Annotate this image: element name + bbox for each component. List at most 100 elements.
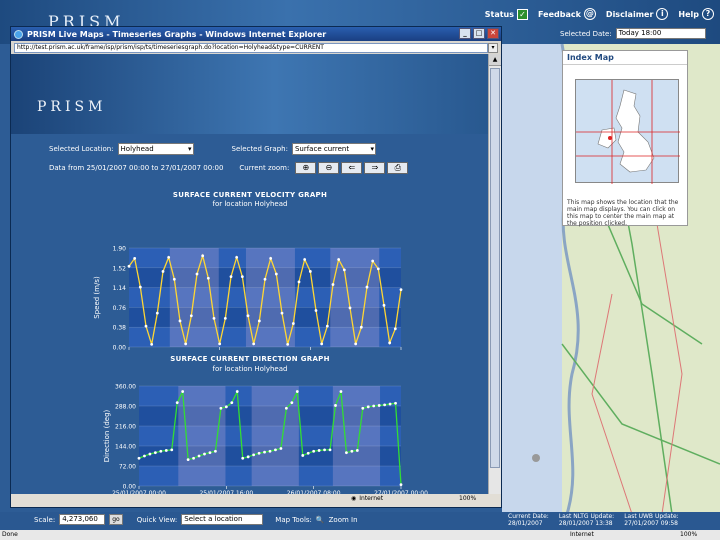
night-shading xyxy=(245,248,295,347)
data-point xyxy=(203,452,206,456)
data-point xyxy=(314,309,318,312)
data-point xyxy=(197,454,201,458)
data-point xyxy=(224,405,228,409)
address-dropdown-icon[interactable]: ▾ xyxy=(488,42,498,53)
graph-select[interactable]: Surface current xyxy=(291,143,376,155)
data-point xyxy=(377,404,381,407)
data-point xyxy=(297,280,301,284)
data-point xyxy=(323,448,326,452)
timeseries-popup-window: PRISM Live Maps - Timeseries Graphs - Wi… xyxy=(10,26,502,508)
status-zoom[interactable]: 100% xyxy=(680,530,697,540)
y-tick-label: 1.14 xyxy=(113,285,127,292)
selected-date-select[interactable]: Today 18:00 xyxy=(615,28,706,39)
data-point xyxy=(382,303,386,307)
nav-help[interactable]: Help ? xyxy=(678,8,714,20)
nav-help-label: Help xyxy=(678,9,699,19)
data-point xyxy=(240,275,244,279)
data-point xyxy=(320,342,324,346)
data-point xyxy=(219,406,223,410)
popup-scrollbar[interactable]: ▲ xyxy=(488,54,501,495)
zoom-out-icon[interactable]: ⊖ xyxy=(318,162,340,174)
data-point xyxy=(164,449,168,452)
y-tick-label: 0.76 xyxy=(113,305,127,312)
data-point xyxy=(274,272,278,276)
help-icon: ? xyxy=(702,8,714,20)
nav-disclaimer[interactable]: Disclaimer i xyxy=(605,8,669,20)
date-row: Data from 25/01/2007 00:00 to 27/01/2007… xyxy=(49,162,409,174)
quick-view-label: Quick View: xyxy=(136,515,178,524)
data-point xyxy=(137,456,141,460)
popup-content: PRISM Selected Location: Holyhead Select… xyxy=(11,54,489,495)
nav-feedback[interactable]: Feedback @ xyxy=(538,8,596,20)
data-point xyxy=(274,448,277,452)
selected-date-label: Selected Date: xyxy=(560,29,612,38)
data-point xyxy=(170,448,174,452)
pan-left-icon[interactable]: ⇐ xyxy=(341,162,363,174)
data-point xyxy=(331,283,335,286)
zoom-tools: ⊕ ⊖ ⇐ ⇒ ⎙ xyxy=(295,162,409,174)
minimize-button[interactable]: _ xyxy=(459,28,471,39)
at-icon: @ xyxy=(583,8,596,20)
velocity-chart: 0.000.380.761.141.521.9025/01/2007 00:00… xyxy=(93,246,403,350)
data-point xyxy=(376,267,380,271)
ie-icon xyxy=(14,29,23,39)
popup-title-bar[interactable]: PRISM Live Maps - Timeseries Graphs - Wi… xyxy=(11,27,501,41)
data-point xyxy=(246,455,250,459)
data-point xyxy=(186,458,190,462)
scroll-up-icon[interactable]: ▲ xyxy=(489,54,501,66)
data-point xyxy=(394,401,397,405)
nav-status[interactable]: Status ✓ xyxy=(485,8,529,20)
status-text: Done xyxy=(2,531,18,538)
data-point xyxy=(159,449,163,453)
selected-location-label: Selected Location: xyxy=(49,145,114,153)
scale-go-button[interactable]: go xyxy=(109,514,123,525)
data-point xyxy=(359,325,363,329)
data-point xyxy=(206,276,210,280)
data-point xyxy=(268,449,272,453)
direction-chart-title: SURFACE CURRENT DIRECTION GRAPH xyxy=(170,355,330,363)
address-field[interactable]: http://test.prism.ac.uk/frame/isp/prism/… xyxy=(14,42,488,53)
data-point xyxy=(303,258,307,261)
data-point xyxy=(252,342,256,346)
y-tick-label: 360.00 xyxy=(115,384,136,391)
maximize-button[interactable]: □ xyxy=(473,28,485,39)
data-point xyxy=(279,447,283,450)
data-point xyxy=(172,277,176,281)
index-map[interactable] xyxy=(575,79,680,184)
popup-header: PRISM xyxy=(11,54,489,134)
y-tick-label: 288.00 xyxy=(115,404,136,411)
data-point xyxy=(383,403,387,407)
y-tick-label: 1.90 xyxy=(113,246,127,253)
y-tick-label: 1.52 xyxy=(113,265,127,272)
top-nav: Status ✓ Feedback @ Disclaimer i Help ? xyxy=(485,8,714,20)
scroll-thumb[interactable] xyxy=(490,68,500,468)
data-point xyxy=(181,390,185,393)
velocity-chart-subtitle: for location Holyhead xyxy=(212,200,288,208)
data-point xyxy=(354,342,358,346)
data-point xyxy=(155,311,159,315)
zoom-in-icon[interactable]: ⊕ xyxy=(295,162,317,174)
scale-input[interactable]: 4,273,060 xyxy=(59,514,106,525)
data-point xyxy=(393,327,397,331)
data-point xyxy=(148,452,152,456)
map-tools-label: Map Tools: xyxy=(275,515,312,524)
map-city-marker[interactable] xyxy=(532,454,540,462)
date-range: Data from 25/01/2007 00:00 to 27/01/2007… xyxy=(49,164,224,172)
close-button[interactable]: ✕ xyxy=(487,28,499,39)
data-point xyxy=(218,342,222,346)
direction-chart: 0.0072.00144.00216.00288.00360.0025/01/2… xyxy=(103,384,428,496)
popup-status-zone-label: Internet xyxy=(359,495,384,502)
quick-view-select[interactable]: Select a location xyxy=(181,514,264,525)
nav-disclaimer-label: Disclaimer xyxy=(605,9,654,19)
pan-right-icon[interactable]: ⇒ xyxy=(364,162,386,174)
zoom-in-icon[interactable]: 🔍 xyxy=(316,516,325,524)
data-point xyxy=(127,264,131,268)
data-point xyxy=(348,306,352,310)
data-point xyxy=(138,285,142,289)
location-select[interactable]: Holyhead xyxy=(117,143,194,155)
zoom-in-tool[interactable]: Zoom In xyxy=(329,516,358,524)
print-icon[interactable]: ⎙ xyxy=(387,162,409,174)
data-point xyxy=(372,404,376,408)
popup-status-zoom[interactable]: 100% xyxy=(459,495,476,502)
data-point xyxy=(306,451,310,455)
